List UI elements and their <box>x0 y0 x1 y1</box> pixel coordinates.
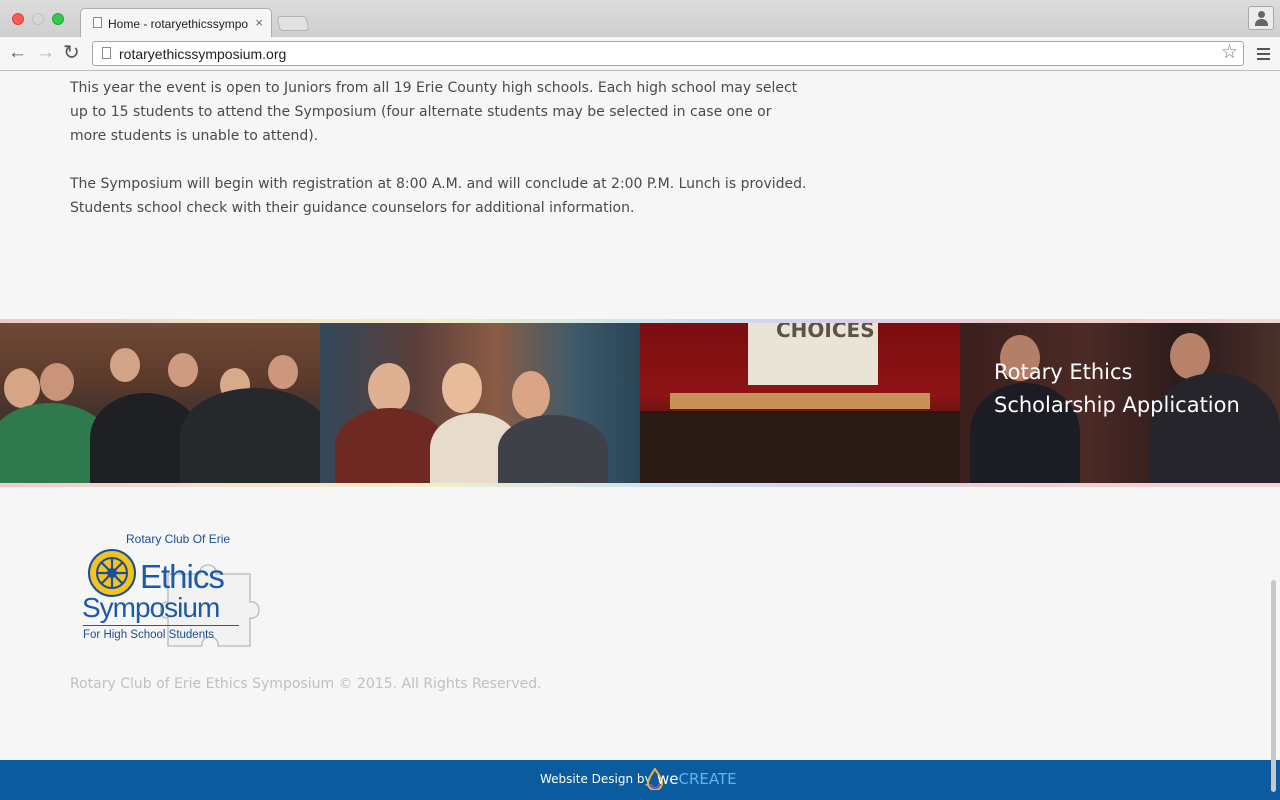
url-text[interactable]: rotaryethicssymposium.org <box>119 46 286 62</box>
window-maximize-button[interactable] <box>52 13 64 25</box>
page-icon <box>93 17 102 28</box>
browser-toolbar: ← → ↻ rotaryethicssymposium.org ☆ <box>0 37 1280 71</box>
rotary-wheel-icon <box>88 549 136 597</box>
forward-icon[interactable]: → <box>36 43 55 63</box>
photo-auditorium: CHOICES <box>640 323 960 483</box>
address-bar[interactable]: rotaryethicssymposium.org ☆ <box>92 41 1244 66</box>
wecreate-create: CREATE <box>678 770 737 788</box>
new-tab-button[interactable] <box>276 16 310 31</box>
back-icon[interactable]: ← <box>8 43 27 63</box>
menu-icon[interactable] <box>1257 48 1270 63</box>
logo-ethics: Ethics <box>140 558 225 595</box>
logo-club-name: Rotary Club Of Erie <box>126 532 231 546</box>
window-minimize-button[interactable] <box>32 13 44 25</box>
photo-presenters <box>320 323 640 483</box>
page-icon <box>102 47 111 59</box>
star-icon[interactable]: ☆ <box>1221 42 1238 64</box>
caption-line-1[interactable]: Rotary Ethics <box>994 356 1240 389</box>
stage <box>670 393 930 409</box>
profile-icon <box>1258 11 1265 18</box>
caption-line-2[interactable]: Scholarship Application <box>994 389 1240 422</box>
wecreate-we: we <box>657 770 679 788</box>
profile-button[interactable] <box>1248 6 1274 30</box>
main-content: This year the event is open to Juniors f… <box>70 76 810 244</box>
copyright-text: Rotary Club of Erie Ethics Symposium © 2… <box>70 676 542 692</box>
reload-icon[interactable]: ↻ <box>63 43 80 63</box>
photo-students <box>0 323 320 483</box>
banner-bottom-rule <box>0 483 1280 487</box>
window-close-button[interactable] <box>12 13 24 25</box>
stage-screen: CHOICES <box>748 323 878 385</box>
logo-symposium: Symposium <box>82 592 220 623</box>
browser-titlebar: Home - rotaryethicssympo × <box>0 0 1280 37</box>
footer-bar: Website Design by weCREATE <box>0 760 1280 800</box>
scholarship-application-link[interactable]: Rotary Ethics Scholarship Application <box>994 356 1240 422</box>
tab-title: Home - rotaryethicssympo <box>108 17 249 31</box>
logo-divider <box>83 625 239 626</box>
stage-screen-text: CHOICES <box>776 323 875 342</box>
logo-tagline: For High School Students <box>83 629 215 641</box>
ethics-symposium-logo[interactable]: Rotary Club Of Erie Ethics Symposium For… <box>80 530 270 656</box>
page-scrollbar[interactable] <box>1271 580 1276 792</box>
wecreate-wordmark: weCREATE <box>657 770 737 788</box>
paragraph-schedule: The Symposium will begin with registrati… <box>70 176 807 216</box>
tab-close-icon[interactable]: × <box>255 15 263 30</box>
paragraph-eligibility: This year the event is open to Juniors f… <box>70 80 798 144</box>
designer-credit: Website Design by <box>540 772 652 786</box>
browser-tab[interactable]: Home - rotaryethicssympo × <box>80 8 272 37</box>
